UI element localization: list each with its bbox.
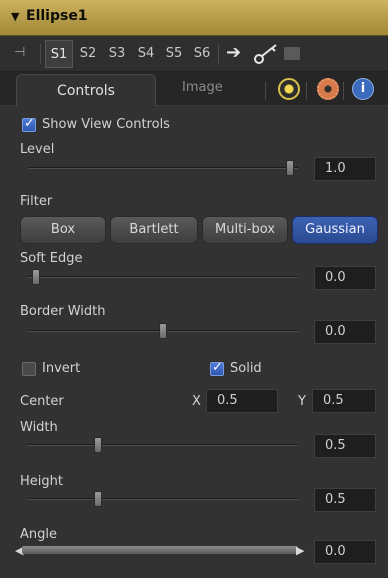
level-slider-track[interactable] [28,167,298,169]
width-value-field[interactable]: 0.5 [314,434,376,458]
folder-icon[interactable] [284,47,300,60]
info-icon[interactable]: i [352,78,374,100]
tab-divider [265,82,266,100]
height-slider-track[interactable] [28,498,298,500]
center-y-field[interactable]: 0.5 [312,389,376,413]
filter-bartlett-button[interactable]: Bartlett [110,216,198,244]
collapse-triangle-icon[interactable]: ▼ [11,10,19,23]
version-toolbar: ⊣ S1 S2 S3 S4 S5 S6 ➔ [0,36,388,72]
center-label: Center [20,394,64,409]
arrow-right-icon[interactable]: ➔ [226,42,241,63]
tab-image[interactable]: Image [182,80,223,95]
angle-label: Angle [20,527,57,542]
node-title-bar[interactable]: ▼ Ellipse1 [0,0,388,36]
center-y-label: Y [298,394,306,409]
filter-box-button[interactable]: Box [20,216,106,244]
border-width-value-field[interactable]: 0.0 [314,320,376,344]
angle-value-field[interactable]: 0.0 [314,540,376,564]
soft-edge-value-field[interactable]: 0.0 [314,266,376,290]
width-label: Width [20,420,58,435]
height-label: Height [20,474,63,489]
invert-checkbox[interactable] [22,362,36,376]
level-label: Level [20,142,55,157]
gear-icon[interactable] [317,78,339,100]
key-icon[interactable] [252,42,280,66]
level-slider-handle[interactable] [286,160,294,176]
soft-edge-slider-track[interactable] [28,276,298,278]
show-view-controls-label: Show View Controls [42,117,170,132]
angle-increase-arrow-icon[interactable]: ▶ [296,544,304,557]
radioactive-icon[interactable] [278,78,300,100]
version-slot-s6[interactable]: S6 [188,40,216,68]
soft-edge-slider-handle[interactable] [32,269,40,285]
invert-label: Invert [42,361,81,376]
center-x-label: X [192,394,201,409]
level-value-field[interactable]: 1.0 [314,157,376,181]
solid-checkbox[interactable] [210,360,224,376]
filter-label: Filter [20,194,53,209]
width-slider-track[interactable] [28,444,298,446]
tab-controls[interactable]: Controls [16,74,156,107]
soft-edge-label: Soft Edge [20,251,83,266]
toolbar-divider [218,44,219,64]
border-width-label: Border Width [20,304,106,319]
version-slot-s2[interactable]: S2 [74,40,102,68]
angle-thumbwheel[interactable] [22,546,298,554]
height-value-field[interactable]: 0.5 [314,488,376,512]
height-slider-handle[interactable] [94,491,102,507]
tab-divider [343,82,344,100]
version-slot-s4[interactable]: S4 [132,40,160,68]
version-slot-s1[interactable]: S1 [45,40,73,68]
border-width-slider-handle[interactable] [159,323,167,339]
filter-multi-box-button[interactable]: Multi-box [202,216,288,244]
pin-icon[interactable]: ⊣ [14,45,25,60]
version-slot-s5[interactable]: S5 [160,40,188,68]
show-view-controls-checkbox[interactable] [22,116,36,132]
solid-label: Solid [230,361,262,376]
node-title: Ellipse1 [26,8,88,24]
toolbar-divider [40,44,41,64]
tab-divider [306,82,307,100]
center-x-field[interactable]: 0.5 [206,389,278,413]
width-slider-handle[interactable] [94,437,102,453]
version-slot-s3[interactable]: S3 [103,40,131,68]
filter-gaussian-button[interactable]: Gaussian [292,216,378,244]
